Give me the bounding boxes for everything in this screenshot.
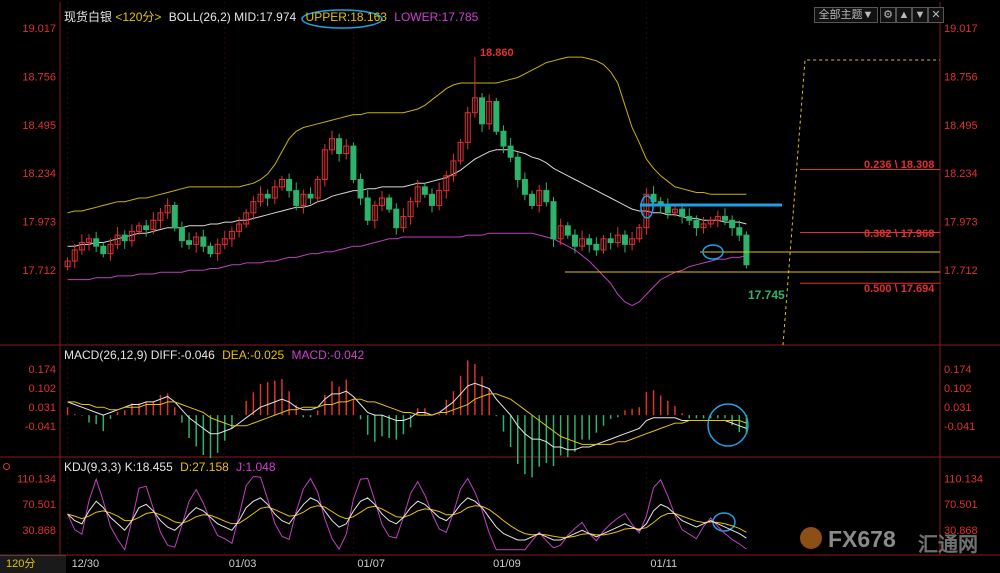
kdj-header: KDJ(9,3,3) K:18.455 D:27.158 J:1.048 [64, 460, 276, 474]
macd-header: MACD(26,12,9) DIFF:-0.046 DEA:-0.025 MAC… [64, 348, 364, 362]
kdj-tick-label-left: 110.134 [17, 473, 56, 485]
candle [350, 142, 357, 184]
macd-tick-label-right: 0.102 [944, 383, 972, 395]
price-tick-label-right: 18.495 [944, 120, 978, 132]
fib-label-0236: 0.236 \ 18.308 [864, 159, 935, 171]
boll-upper-value: UPPER:18.163 [305, 10, 387, 24]
kdj-tick-label-right: 70.501 [944, 499, 978, 511]
kdj-d-value: D:27.158 [180, 460, 229, 474]
x-axis-label: 01/09 [493, 558, 521, 570]
macd-diff-value: DIFF:-0.046 [150, 348, 215, 362]
macd-tick-label-right: 0.031 [944, 402, 972, 414]
symbol-name[interactable]: 现货白银 [64, 10, 112, 24]
background [0, 0, 1000, 572]
boll-mid-value: MID:17.974 [234, 10, 297, 24]
chevron-down-icon[interactable]: ▼ [912, 7, 928, 23]
kdj-k-value: K:18.455 [124, 460, 173, 474]
price-tick-label-right: 18.756 [944, 71, 978, 83]
chart-header: 现货白银 <120分> BOLL(26,2) MID:17.974 UPPER:… [64, 8, 478, 25]
price-tick-label-right: 17.712 [944, 265, 978, 277]
last-price-label: 17.745 [748, 288, 785, 302]
kdj-j-value: J:1.048 [236, 460, 276, 474]
macd-tick-label-left: 0.102 [28, 383, 56, 395]
candle [493, 97, 500, 135]
candle [743, 231, 750, 269]
price-tick-label-left: 19.017 [22, 23, 56, 35]
price-tick-label-left: 18.756 [22, 71, 56, 83]
macd-tick-label-left: 0.174 [28, 364, 56, 376]
macd-tick-label-right: -0.041 [944, 421, 975, 433]
x-axis-label: 12/30 [72, 558, 100, 570]
macd-dea-value: DEA:-0.025 [222, 348, 285, 362]
fib-label-0382: 0.382 \ 17.968 [864, 228, 935, 240]
gear-icon[interactable]: ⚙ [880, 7, 896, 23]
boll-lower-value: LOWER:17.785 [394, 10, 479, 24]
price-tick-label-left: 18.495 [22, 120, 56, 132]
x-axis-label: 01/07 [357, 558, 385, 570]
chart-canvas[interactable]: 19.017 19.017 18.756 18.756 18.495 18.495 18.2… [0, 0, 1000, 572]
theme-dropdown[interactable]: 全部主题▼ [814, 7, 878, 23]
candle [171, 201, 178, 232]
kdj-tick-label-left: 70.501 [22, 499, 56, 511]
fx678-logo-icon [800, 527, 822, 549]
price-tick-label-left: 17.973 [22, 217, 56, 229]
price-tick-label-left: 18.234 [22, 168, 56, 180]
price-tick-label-left: 17.712 [22, 265, 56, 277]
grid-lines [0, 0, 1000, 572]
x-axis-label: 01/03 [229, 558, 257, 570]
macd-tick-label-right: 0.174 [944, 364, 972, 376]
macd-name: MACD(26,12,9) [64, 348, 148, 362]
kdj-tick-label-right: 110.134 [944, 473, 983, 485]
period-label[interactable]: <120分> [115, 10, 161, 24]
x-axis-label: 01/11 [650, 558, 677, 570]
macd-tick-label-left: -0.041 [25, 421, 56, 433]
macd-tick-label-left: 0.031 [28, 402, 56, 414]
indicator-dot-icon[interactable] [3, 463, 10, 470]
boll-name: BOLL(26,2) [168, 10, 231, 24]
macd-macd-value: MACD:-0.042 [291, 348, 365, 362]
high-price-label: 18.860 [480, 47, 514, 59]
close-icon[interactable]: ✕ [928, 7, 944, 23]
price-tick-label-right: 17.973 [944, 217, 978, 229]
period-button[interactable]: 120分 [0, 555, 66, 573]
fib-label-0500: 0.500 \ 17.694 [864, 283, 935, 295]
price-tick-label-right: 19.017 [944, 23, 978, 35]
price-tick-label-right: 18.234 [944, 168, 978, 180]
watermark-cn: 汇通网 [918, 534, 978, 556]
kdj-tick-label-left: 30.868 [22, 525, 56, 537]
watermark-brand: FX678 [828, 526, 896, 552]
kdj-name: KDJ(9,3,3) [64, 460, 122, 474]
chevron-up-icon[interactable]: ▲ [896, 7, 912, 23]
